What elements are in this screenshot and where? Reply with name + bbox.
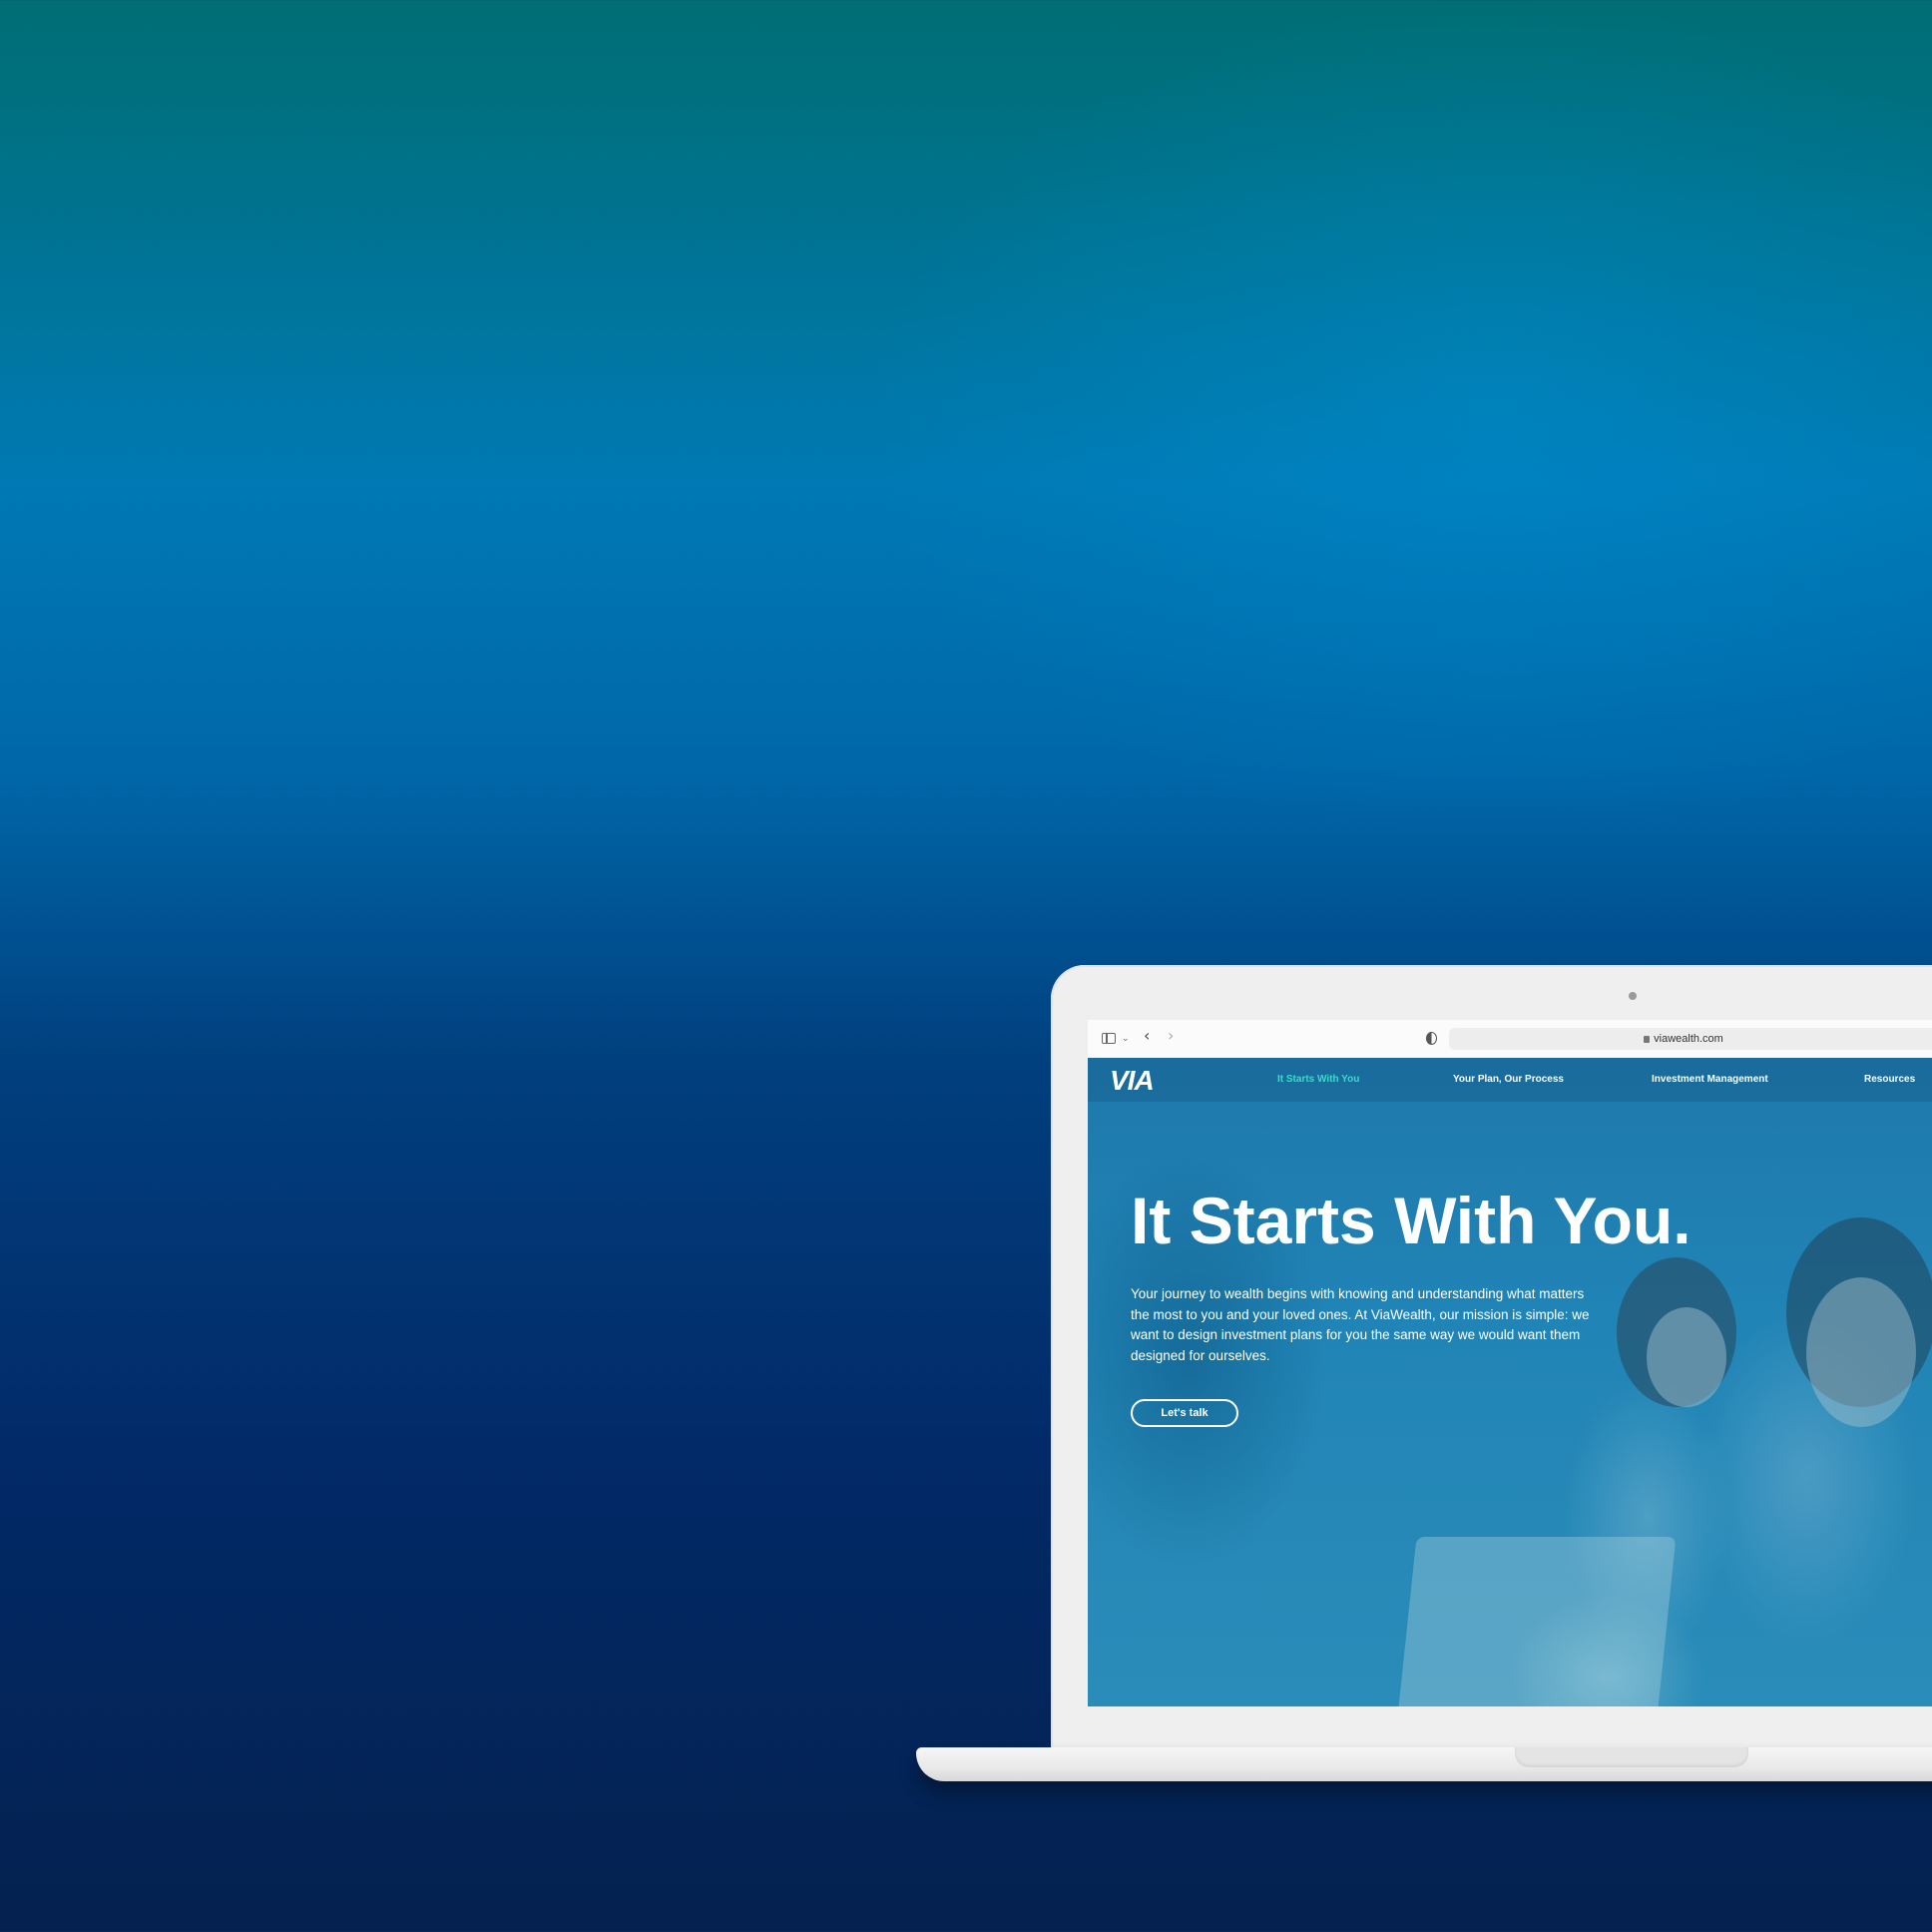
hero-section: VIA It Starts With You Your Plan, Our Pr…	[1088, 1058, 1932, 1706]
nav-investment-management[interactable]: Investment Management	[1652, 1074, 1768, 1085]
url-label: viawealth.com	[1654, 1033, 1723, 1045]
photo-woman-face	[1647, 1307, 1726, 1407]
photo-man-face	[1806, 1277, 1916, 1427]
browser-toolbar: ⌄ ‹ › viawealth.com	[1088, 1020, 1932, 1059]
hero-headline: It Starts With You.	[1131, 1184, 1691, 1257]
forward-icon[interactable]: ›	[1168, 1028, 1174, 1044]
laptop-screen: ⌄ ‹ › viawealth.com VIA It Starts With Y…	[1088, 1020, 1932, 1706]
photo-laptop	[1397, 1537, 1677, 1706]
lets-talk-button[interactable]: Let's talk	[1131, 1399, 1238, 1427]
sidebar-toggle-icon[interactable]	[1102, 1033, 1116, 1044]
chevron-down-icon[interactable]: ⌄	[1122, 1032, 1130, 1046]
laptop-base	[916, 1747, 1932, 1781]
lock-icon	[1644, 1036, 1651, 1043]
privacy-shield-icon[interactable]	[1426, 1032, 1437, 1045]
address-bar-text[interactable]: viawealth.com	[1449, 1028, 1918, 1050]
back-icon[interactable]: ‹	[1144, 1028, 1150, 1044]
nav-your-plan-our-process[interactable]: Your Plan, Our Process	[1453, 1074, 1564, 1085]
laptop-hinge-notch	[1515, 1747, 1748, 1767]
nav-resources[interactable]: Resources	[1864, 1074, 1915, 1085]
site-logo[interactable]: VIA	[1110, 1067, 1155, 1095]
nav-it-starts-with-you[interactable]: It Starts With You	[1277, 1074, 1359, 1085]
webcam	[1629, 992, 1637, 1000]
hero-body-text: Your journey to wealth begins with knowi…	[1131, 1286, 1590, 1363]
address-bar[interactable]: viawealth.com	[1449, 1028, 1932, 1050]
